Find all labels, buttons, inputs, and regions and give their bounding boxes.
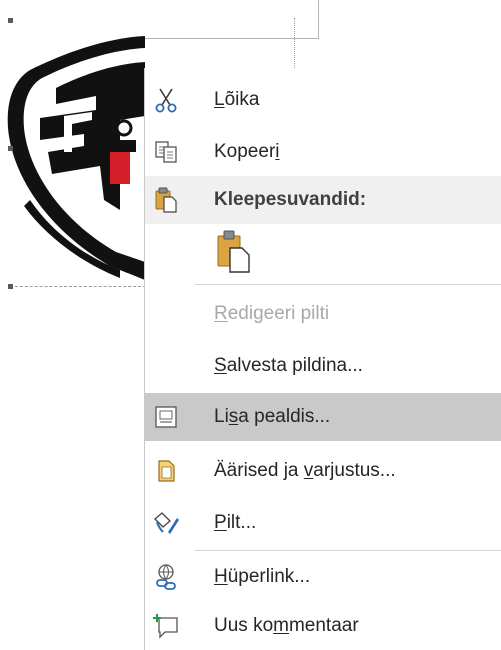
menu-item-label: Lisa pealdis... [214, 406, 331, 427]
selected-picture[interactable] [0, 0, 145, 292]
picture-frame-edge [318, 0, 319, 38]
format-picture-icon [151, 508, 181, 538]
menu-separator [195, 284, 501, 285]
menu-item-format-picture[interactable]: Pilt... [145, 499, 501, 547]
insert-caption-icon [151, 402, 181, 432]
menu-item-insert-caption[interactable]: Lisa pealdis... [145, 393, 501, 441]
menu-item-cut[interactable]: Lõika [145, 76, 501, 124]
menu-item-label: Uus kommentaar [214, 615, 359, 636]
menu-item-copy[interactable]: Kopeeri [145, 128, 501, 176]
resize-handle-left[interactable] [8, 146, 13, 151]
paste-options-header: Kleepesuvandid: [145, 176, 501, 224]
resize-handle-top-left[interactable] [8, 18, 13, 23]
menu-item-edit-picture: Redigeeri pilti [145, 290, 501, 338]
resize-handle-bottom-left[interactable] [8, 284, 13, 289]
menu-item-label: Hüperlink... [214, 566, 311, 587]
picture-frame-edge [145, 38, 319, 39]
menu-item-label: Salvesta pildina... [214, 355, 363, 376]
menu-item-new-comment[interactable]: Uus kommentaar [145, 602, 501, 650]
menu-separator [195, 550, 501, 551]
menu-item-label: Kleepesuvandid: [214, 189, 367, 210]
menu-item-borders-shading[interactable]: Äärised ja varjustus... [145, 447, 501, 495]
scissors-icon [151, 85, 181, 115]
menu-item-hyperlink[interactable]: Hüperlink... [145, 553, 501, 601]
menu-item-label: Lõika [214, 89, 260, 110]
new-comment-icon [151, 611, 181, 641]
menu-item-label: Kopeeri [214, 141, 280, 162]
hyperlink-icon [151, 562, 181, 592]
paste-icon [151, 185, 181, 215]
copy-icon [151, 137, 181, 167]
menu-item-save-as-picture[interactable]: Salvesta pildina... [145, 342, 501, 390]
selection-border [10, 286, 146, 287]
context-menu: Lõika Kopeeri Kleepesuvandid: Redigeeri … [144, 68, 501, 650]
borders-shading-icon [151, 456, 181, 486]
menu-item-label: Äärised ja varjustus... [214, 460, 396, 481]
menu-item-label: Redigeeri pilti [214, 303, 330, 324]
paste-keep-picture-icon [216, 228, 252, 279]
menu-item-label: Pilt... [214, 512, 257, 533]
paste-keep-picture-button[interactable] [209, 224, 259, 282]
